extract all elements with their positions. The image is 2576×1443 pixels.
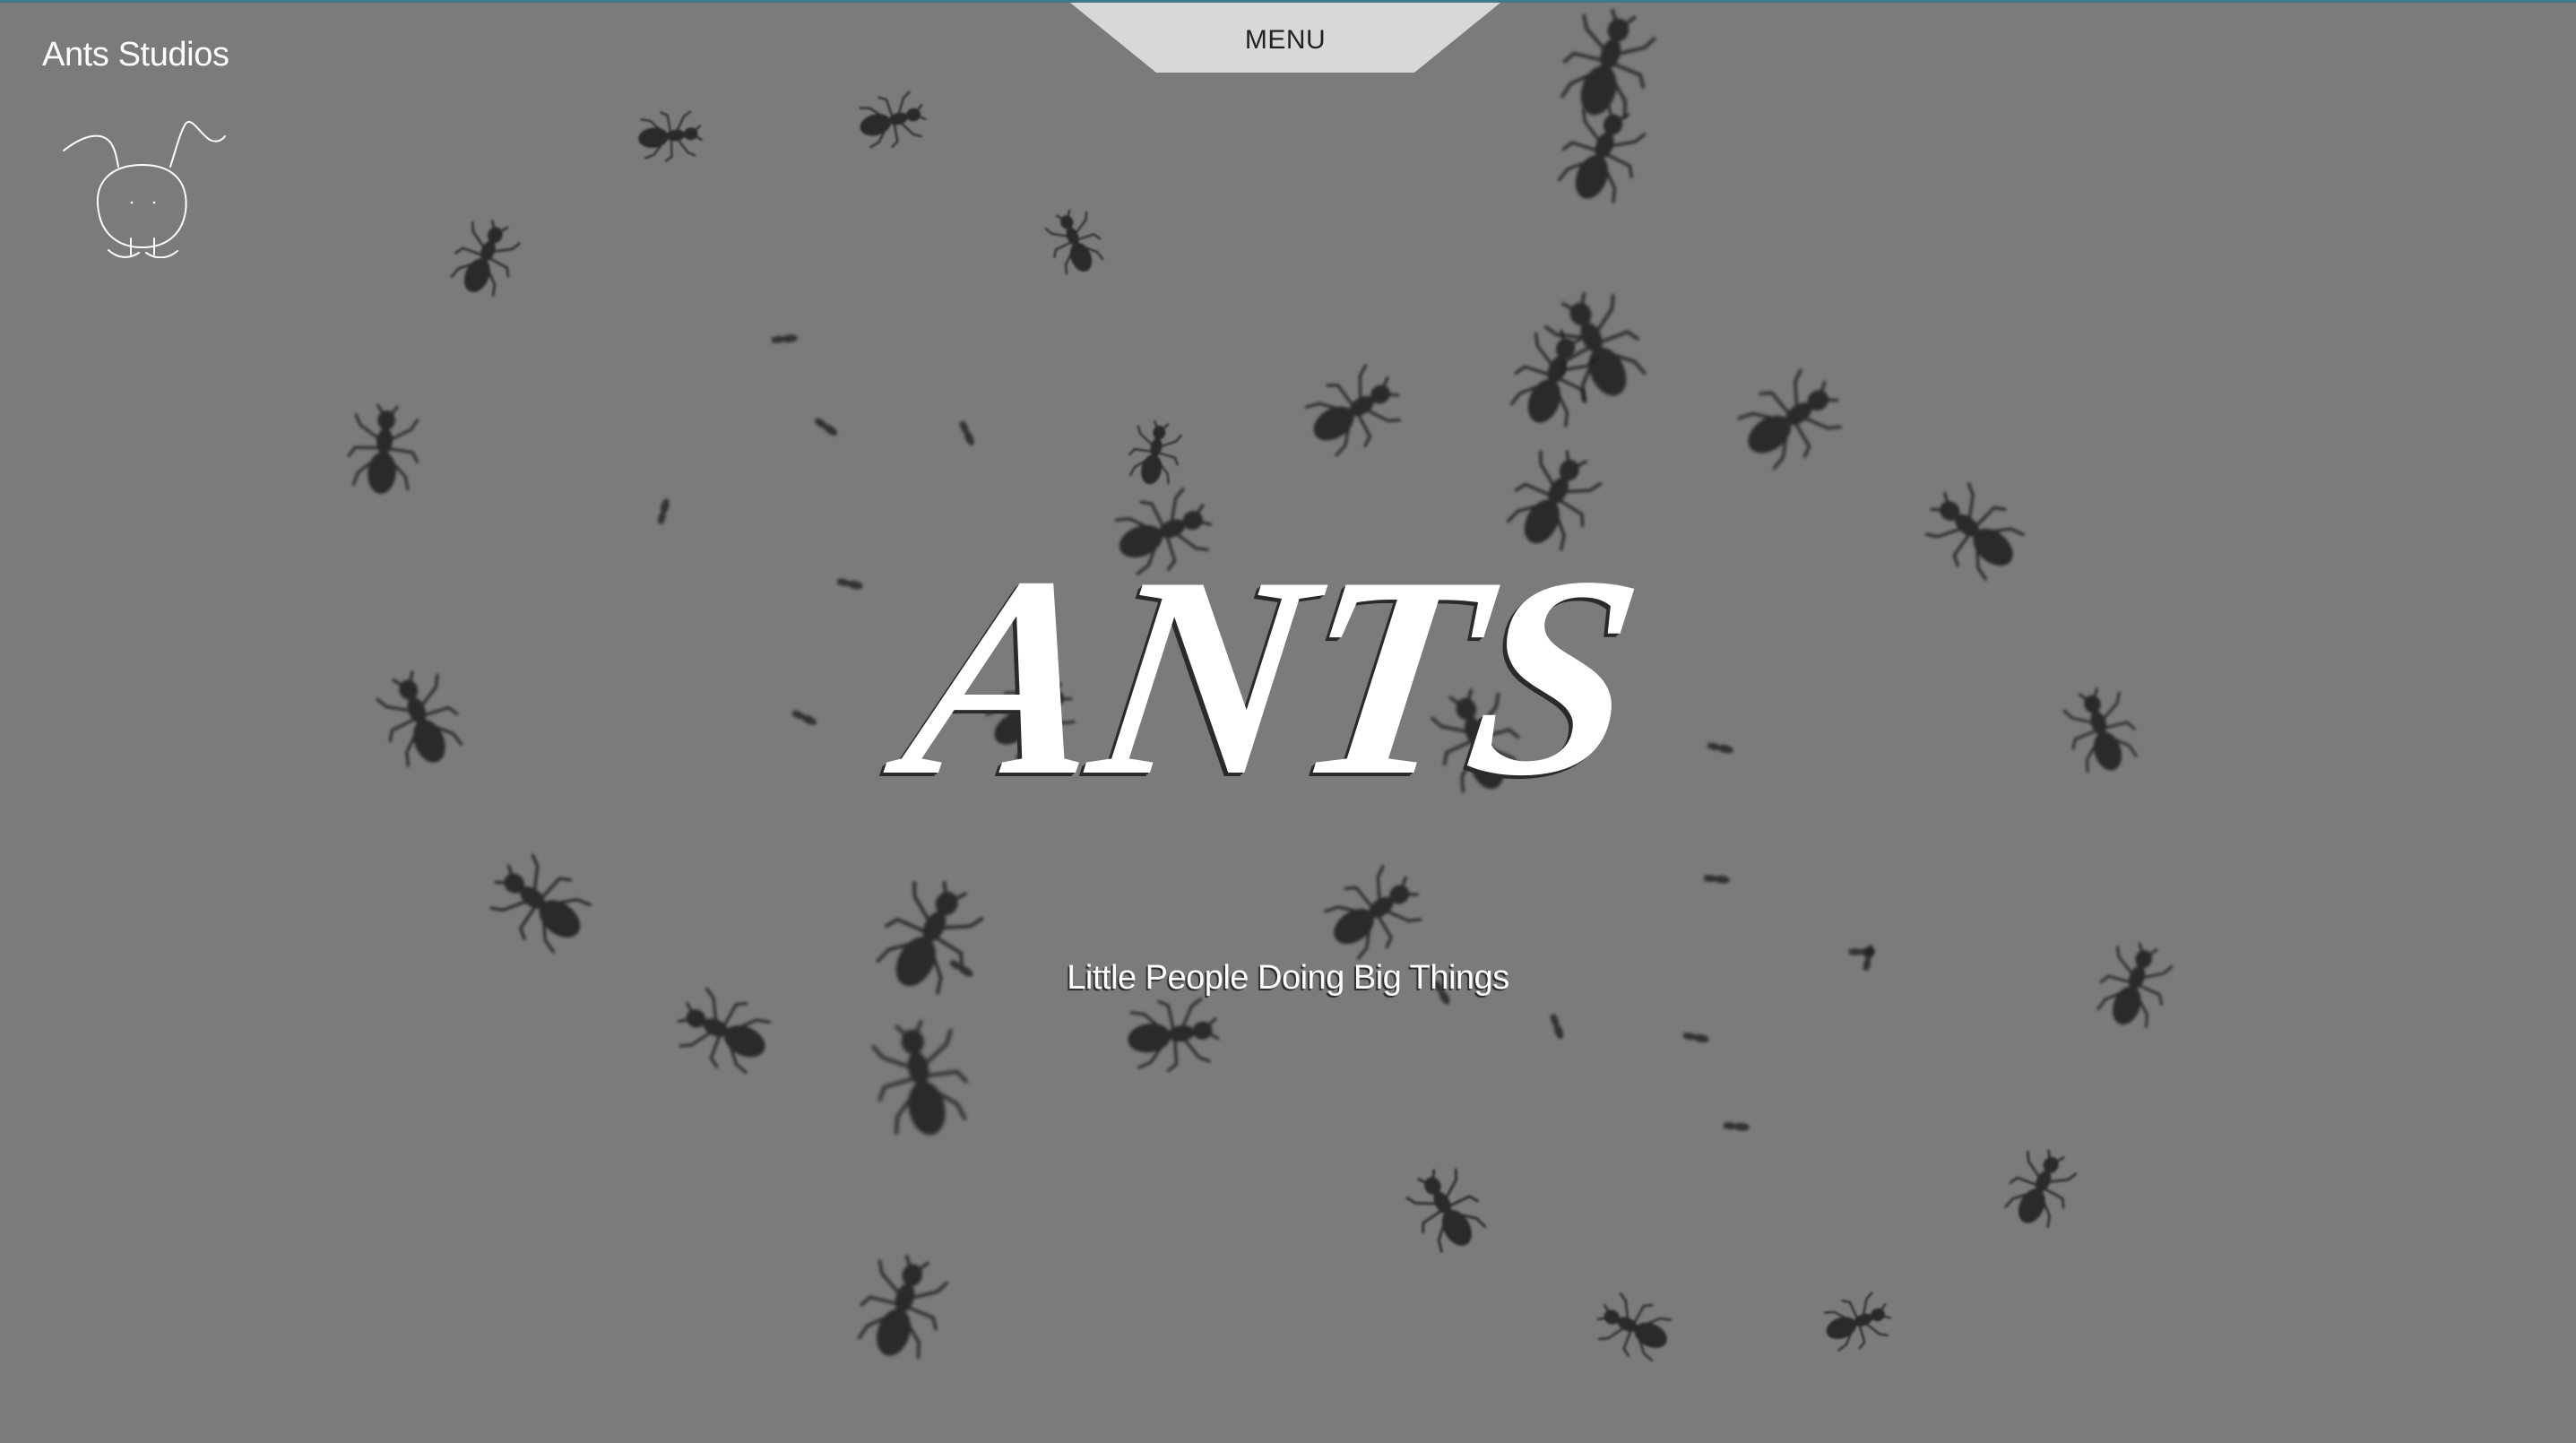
background-ant-icon: [340, 401, 427, 504]
background-ant-icon: [474, 839, 610, 972]
background-ant-icon: [1718, 354, 1858, 488]
background-ant-speck: [1546, 1011, 1569, 1047]
background-ant-icon: [1586, 1283, 1685, 1374]
background-ant-icon: [848, 83, 933, 159]
ant-head-logo-icon[interactable]: [59, 115, 229, 258]
background-ant-speck: [789, 706, 825, 732]
background-ant-speck: [1701, 871, 1736, 886]
background-ant-icon: [1991, 1138, 2088, 1242]
background-ant-icon: [1115, 989, 1223, 1082]
background-ant-speck: [810, 413, 845, 443]
brand-name[interactable]: Ants Studios: [42, 36, 229, 74]
background-ant-icon: [1812, 1283, 1899, 1362]
background-ant-speck: [955, 418, 981, 454]
background-ant-speck: [769, 331, 804, 346]
hero-subtitle: Little People Doing Big Things: [1067, 959, 1509, 997]
background-ant-icon: [364, 659, 479, 784]
background-ant-speck: [1847, 946, 1881, 958]
background-ant-icon: [1394, 1155, 1501, 1268]
background-ant-speck: [653, 491, 674, 527]
background-ant-icon: [1036, 202, 1114, 287]
ants-studios-homepage: Ants Studios MENU ANTS Little People Doi…: [0, 0, 2576, 1443]
hero-title: ANTS: [889, 518, 1653, 835]
background-ant-speck: [1681, 1029, 1716, 1047]
background-ant-icon: [841, 1244, 961, 1377]
background-ant-speck: [1705, 739, 1741, 758]
background-ant-icon: [630, 105, 705, 168]
background-ant-icon: [1909, 468, 2043, 600]
background-ant-icon: [2053, 678, 2151, 788]
background-ant-icon: [437, 210, 531, 310]
background-ant-icon: [859, 1011, 984, 1154]
background-ant-speck: [834, 575, 870, 594]
background-ant-icon: [1287, 350, 1416, 473]
background-ant-speck: [1721, 1119, 1756, 1134]
